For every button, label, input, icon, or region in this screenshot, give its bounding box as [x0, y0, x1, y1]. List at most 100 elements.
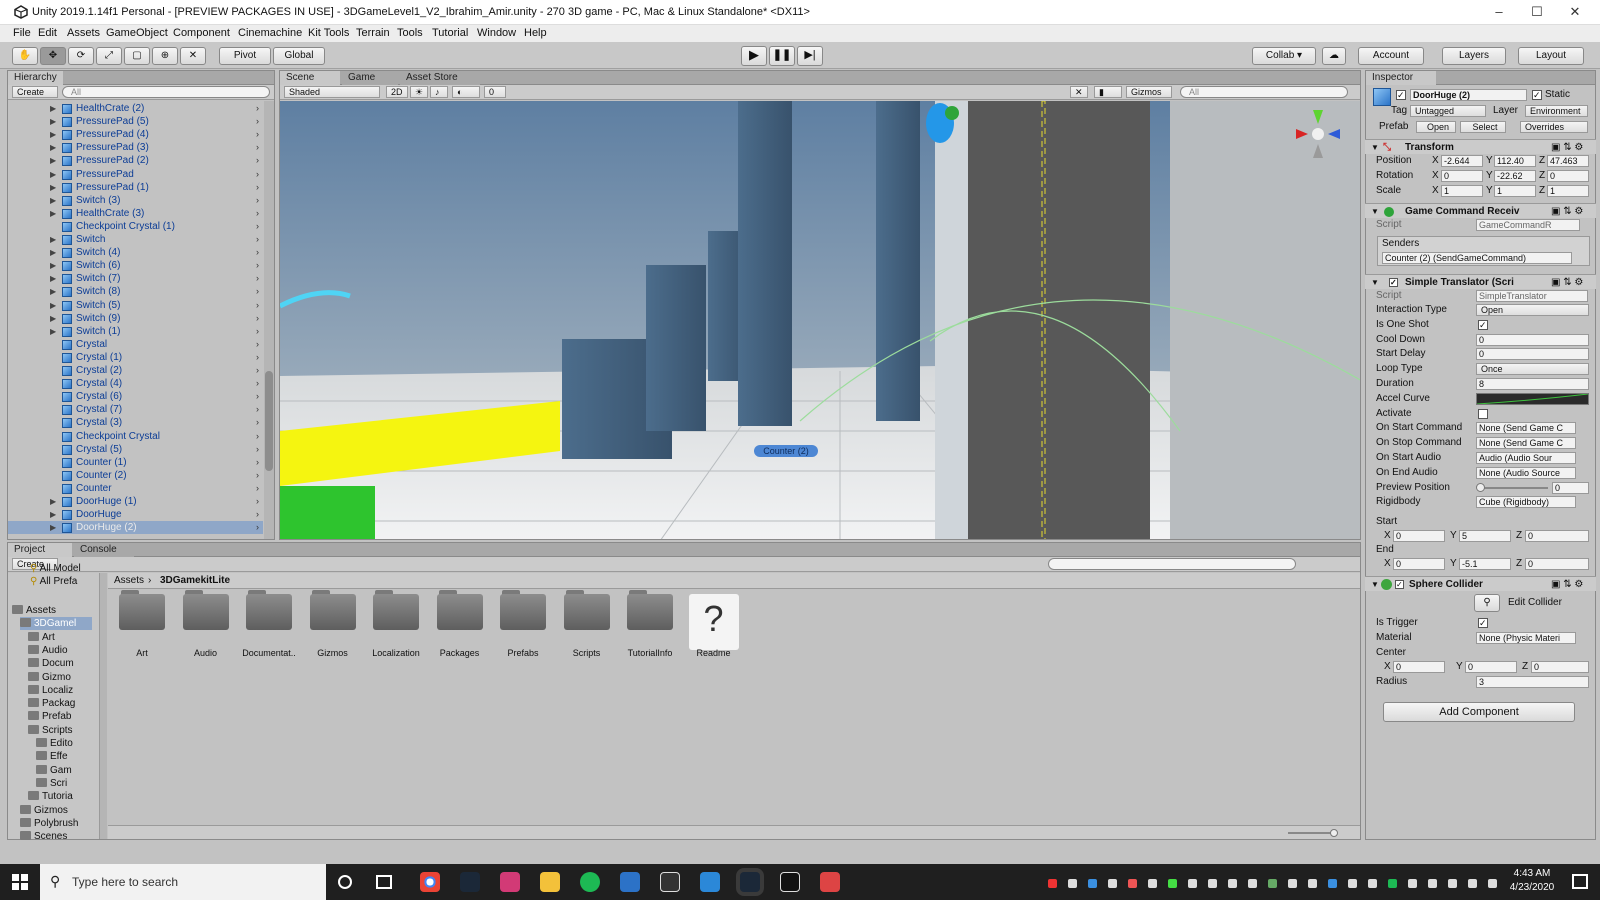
- pause-icon[interactable]: ❚❚: [769, 46, 795, 66]
- start-x-field[interactable]: 0: [1393, 530, 1445, 542]
- menu-component[interactable]: Component: [173, 27, 230, 39]
- component-menu-icon[interactable]: ▣ ⇅ ⚙: [1551, 204, 1583, 219]
- menu-edit[interactable]: Edit: [38, 27, 57, 39]
- project-tree-item[interactable]: Art: [28, 631, 92, 644]
- radius-field[interactable]: 3: [1476, 676, 1589, 688]
- foldout-arrow-icon[interactable]: ▶: [50, 207, 56, 220]
- foldout-arrow-icon[interactable]: ▶: [50, 299, 56, 312]
- end-x-field[interactable]: 0: [1393, 558, 1445, 570]
- prefab-open-chevron-icon[interactable]: ›: [256, 299, 259, 312]
- scale-z-field[interactable]: 1: [1547, 185, 1589, 197]
- object-field[interactable]: None (Send Game C: [1476, 437, 1576, 450]
- hierarchy-item[interactable]: Counter ›: [8, 482, 263, 495]
- favorite-all-models[interactable]: ⚲ All Model: [30, 563, 81, 574]
- project-tree-item[interactable]: Prefab: [28, 710, 92, 723]
- prefab-open-chevron-icon[interactable]: ›: [256, 246, 259, 259]
- foldout-arrow-icon[interactable]: ▶: [50, 154, 56, 167]
- hierarchy-scroll-thumb[interactable]: [265, 371, 273, 471]
- hierarchy-item[interactable]: Crystal ›: [8, 338, 263, 351]
- tab-scene[interactable]: Scene: [280, 71, 340, 85]
- project-folder[interactable]: [244, 588, 294, 632]
- project-tree-item[interactable]: Packag: [28, 697, 92, 710]
- menu-tutorial[interactable]: Tutorial: [432, 27, 468, 39]
- shading-mode-dropdown[interactable]: Shaded: [284, 86, 380, 98]
- hierarchy-item[interactable]: Checkpoint Crystal (1) ›: [8, 220, 263, 233]
- scale-y-field[interactable]: 1: [1494, 185, 1536, 197]
- rotation-x-field[interactable]: 0: [1441, 170, 1483, 182]
- hierarchy-item[interactable]: ▶ PressurePad (1) ›: [8, 181, 263, 194]
- foldout-arrow-icon[interactable]: ▶: [50, 285, 56, 298]
- transform-tool-icon[interactable]: ⊕: [152, 47, 178, 65]
- tab-game[interactable]: Game: [342, 71, 398, 85]
- menu-kit-tools[interactable]: Kit Tools: [308, 27, 349, 39]
- center-z-field[interactable]: 0: [1531, 661, 1589, 673]
- foldout-arrow-icon[interactable]: ▶: [50, 246, 56, 259]
- foldout-arrow-icon[interactable]: ▶: [50, 128, 56, 141]
- visual-studio-icon[interactable]: [620, 872, 640, 892]
- hierarchy-item[interactable]: ▶ PressurePad (4) ›: [8, 128, 263, 141]
- project-folder[interactable]: [625, 588, 675, 632]
- tray-speaker-icon[interactable]: [1488, 879, 1497, 888]
- tray-shield-icon[interactable]: [1148, 879, 1157, 888]
- hierarchy-item[interactable]: ▶ Switch (7) ›: [8, 272, 263, 285]
- transform-header[interactable]: ▼ ⤡ Transform ▣ ⇅ ⚙: [1365, 139, 1596, 154]
- tab-project[interactable]: Project: [8, 543, 72, 557]
- play-icon[interactable]: ▶: [741, 46, 767, 66]
- minimize-button[interactable]: –: [1480, 0, 1518, 25]
- hierarchy-item[interactable]: Crystal (1) ›: [8, 351, 263, 364]
- foldout-icon[interactable]: ▼: [1371, 275, 1379, 290]
- rotation-y-field[interactable]: -22.62: [1494, 170, 1536, 182]
- prefab-open-button[interactable]: Open: [1416, 121, 1456, 133]
- center-y-field[interactable]: 0: [1465, 661, 1517, 673]
- prefab-open-chevron-icon[interactable]: ›: [256, 430, 259, 443]
- notifications-icon[interactable]: [1572, 874, 1588, 889]
- tray-pen-icon[interactable]: [1428, 879, 1437, 888]
- prefab-open-chevron-icon[interactable]: ›: [256, 469, 259, 482]
- tray-vs-icon[interactable]: [1108, 879, 1117, 888]
- menu-gameobject[interactable]: GameObject: [106, 27, 168, 39]
- translator-checkbox[interactable]: [1478, 408, 1488, 419]
- hierarchy-search-input[interactable]: All: [62, 86, 270, 98]
- hierarchy-item[interactable]: ▶ DoorHuge (2) ›: [8, 521, 263, 535]
- hierarchy-item[interactable]: Checkpoint Crystal ›: [8, 430, 263, 443]
- hierarchy-item[interactable]: ▶ HealthCrate (2) ›: [8, 102, 263, 115]
- foldout-icon[interactable]: ▼: [1371, 140, 1379, 155]
- 2d-toggle[interactable]: 2D: [386, 86, 408, 98]
- foldout-arrow-icon[interactable]: ▶: [50, 272, 56, 285]
- prefab-open-chevron-icon[interactable]: ›: [256, 128, 259, 141]
- unity-taskbar-icon[interactable]: [780, 872, 800, 892]
- start-z-field[interactable]: 0: [1525, 530, 1589, 542]
- mail-icon[interactable]: [700, 872, 720, 892]
- hierarchy-create-dropdown[interactable]: Create: [12, 86, 58, 98]
- tray-steam-icon[interactable]: [1088, 879, 1097, 888]
- tray-cloud-icon[interactable]: [1188, 879, 1197, 888]
- prefab-open-chevron-icon[interactable]: ›: [256, 207, 259, 220]
- foldout-arrow-icon[interactable]: ▶: [50, 508, 56, 521]
- icon-size-slider[interactable]: [1288, 832, 1332, 834]
- camera-icon[interactable]: ▮: [1094, 86, 1122, 98]
- prefab-open-chevron-icon[interactable]: ›: [256, 233, 259, 246]
- spotify-icon[interactable]: [580, 872, 600, 892]
- position-x-field[interactable]: -2.644: [1441, 155, 1483, 167]
- prefab-open-chevron-icon[interactable]: ›: [256, 154, 259, 167]
- hierarchy-item[interactable]: ▶ PressurePad (5) ›: [8, 115, 263, 128]
- project-tree-item[interactable]: Gam: [36, 764, 92, 777]
- hierarchy-item[interactable]: ▶ Switch (6) ›: [8, 259, 263, 272]
- project-tree-item[interactable]: Scenes: [20, 830, 92, 843]
- hierarchy-item[interactable]: Crystal (5) ›: [8, 443, 263, 456]
- prefab-open-chevron-icon[interactable]: ›: [256, 285, 259, 298]
- project-folder[interactable]: [435, 588, 485, 632]
- project-tree-item[interactable]: Scri: [36, 777, 92, 790]
- sphere-collider-header[interactable]: ▼ ✓ Sphere Collider ▣ ⇅ ⚙: [1365, 576, 1596, 591]
- cortana-icon[interactable]: [338, 875, 352, 889]
- foldout-arrow-icon[interactable]: ▶: [50, 233, 56, 246]
- slider-thumb[interactable]: [1476, 482, 1485, 492]
- project-tree-item[interactable]: Audio: [28, 644, 92, 657]
- translator-checkbox[interactable]: ✓: [1478, 319, 1488, 330]
- component-menu-icon[interactable]: ▣ ⇅ ⚙: [1551, 577, 1583, 592]
- foldout-arrow-icon[interactable]: ▶: [50, 325, 56, 338]
- project-search-input[interactable]: [1048, 558, 1296, 570]
- project-tree-scrollbar[interactable]: [100, 573, 107, 839]
- project-folder[interactable]: [308, 588, 358, 632]
- hierarchy-item[interactable]: ▶ Switch (8) ›: [8, 285, 263, 298]
